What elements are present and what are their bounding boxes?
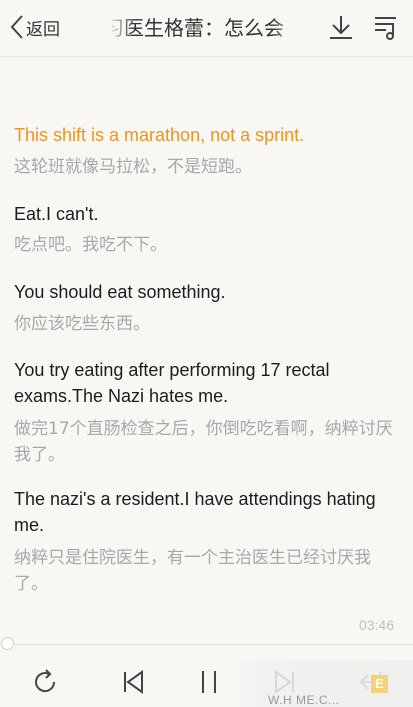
lyric-line-zh: 你应该吃些东西。: [14, 314, 150, 334]
back-button[interactable]: 返回: [10, 12, 60, 42]
progress-track[interactable]: [8, 644, 413, 645]
lyric-line-zh: 吃点吧。我吃不下。: [14, 235, 167, 255]
lyric-line-en[interactable]: The nazi's a resident.I have attendings …: [14, 486, 399, 538]
pause-icon[interactable]: [194, 667, 224, 697]
chevron-left-icon: [10, 15, 23, 39]
playback-time: 03:46: [358, 617, 394, 633]
watermark-text: W.H ME.C...: [268, 693, 340, 707]
watermark-badge: E: [371, 675, 388, 693]
download-icon[interactable]: [326, 12, 356, 42]
lyric-line-zh: 纳粹只是住院医生，有一个主治医生已经讨厌我了。: [14, 548, 371, 594]
top-bar: 返回 习医生格蕾：怎么会: [0, 0, 413, 57]
repeat-icon[interactable]: [30, 667, 60, 697]
previous-icon[interactable]: [118, 667, 148, 697]
page-title: 习医生格蕾：怎么会: [112, 16, 284, 40]
lyric-line-zh: 做完17个直肠检查之后，你倒吃吃看啊，纳粹讨厌我了。: [14, 419, 393, 465]
lyric-line-en[interactable]: This shift is a marathon, not a sprint.: [14, 122, 399, 148]
lyric-line-en[interactable]: You should eat something.: [14, 279, 399, 305]
lyric-line-en[interactable]: You try eating after performing 17 recta…: [14, 357, 399, 409]
playlist-icon[interactable]: [372, 12, 402, 42]
lyric-line-en[interactable]: Eat.I can't.: [14, 201, 399, 227]
back-label: 返回: [26, 19, 60, 40]
progress-handle[interactable]: [1, 637, 14, 650]
lyric-line-zh: 这轮班就像马拉松，不是短跑。: [14, 157, 252, 177]
